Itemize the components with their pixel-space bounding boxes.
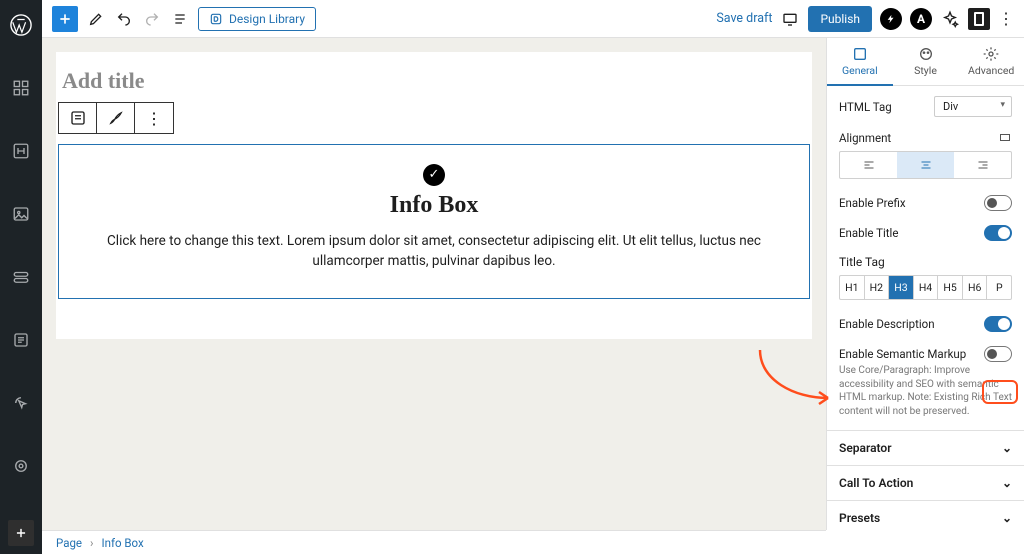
save-draft-link[interactable]: Save draft xyxy=(716,11,772,26)
block-style-icon[interactable] xyxy=(97,103,135,133)
tab-advanced[interactable]: Advanced xyxy=(958,38,1024,85)
insert-block-button[interactable] xyxy=(52,6,78,32)
enable-description-label: Enable Description xyxy=(839,317,935,331)
sparkle-icon[interactable] xyxy=(940,9,960,29)
block-settings-panel: General Style Advanced HTML Tag Div Alig… xyxy=(826,38,1024,530)
breadcrumb-current[interactable]: Info Box xyxy=(101,536,143,550)
click-icon[interactable] xyxy=(0,383,42,424)
design-library-button[interactable]: Design Library xyxy=(198,7,316,31)
tab-style[interactable]: Style xyxy=(893,38,959,85)
title-tag-p[interactable]: P xyxy=(987,276,1011,299)
enable-description-toggle[interactable] xyxy=(984,316,1012,332)
block-more-icon[interactable]: ⋮ xyxy=(135,103,173,133)
panel-tabs: General Style Advanced xyxy=(827,38,1024,86)
enable-semantic-toggle[interactable] xyxy=(984,346,1012,362)
responsive-icon[interactable] xyxy=(998,132,1012,144)
chevron-down-icon: ⌄ xyxy=(1002,511,1012,525)
image-block-icon[interactable] xyxy=(0,193,42,234)
enable-semantic-label: Enable Semantic Markup xyxy=(839,347,966,361)
accordion-cta[interactable]: Call To Action ⌄ xyxy=(827,465,1024,500)
bolt-icon[interactable] xyxy=(880,8,902,30)
accordion-separator[interactable]: Separator ⌄ xyxy=(827,430,1024,465)
align-center-button[interactable] xyxy=(897,152,954,178)
html-tag-label: HTML Tag xyxy=(839,100,892,114)
chevron-right-icon: › xyxy=(90,536,93,550)
title-tag-h3[interactable]: H3 xyxy=(889,276,914,299)
redo-icon[interactable] xyxy=(142,9,162,29)
astra-icon[interactable]: A xyxy=(910,8,932,30)
align-left-button[interactable] xyxy=(840,152,897,178)
edit-pencil-icon[interactable] xyxy=(86,9,106,29)
title-tag-h6[interactable]: H6 xyxy=(963,276,988,299)
chevron-down-icon: ⌄ xyxy=(1002,476,1012,490)
title-tag-h4[interactable]: H4 xyxy=(914,276,939,299)
publish-button[interactable]: Publish xyxy=(808,6,872,32)
chevron-down-icon: ⌄ xyxy=(1002,441,1012,455)
wordpress-logo-icon[interactable] xyxy=(0,4,42,45)
html-tag-select[interactable]: Div xyxy=(934,96,1012,117)
title-tag-h1[interactable]: H1 xyxy=(840,276,865,299)
block-type-icon[interactable] xyxy=(59,103,97,133)
enable-title-toggle[interactable] xyxy=(984,225,1012,241)
alignment-buttons xyxy=(839,151,1012,179)
editor-topbar: Design Library Save draft Publish A ⋮ xyxy=(42,0,1024,38)
paragraph-block-icon[interactable] xyxy=(0,320,42,361)
page-title-placeholder[interactable]: Add title xyxy=(56,52,812,102)
wp-admin-sidebar xyxy=(0,0,42,554)
semantic-help-text: Use Core/Paragraph: Improve accessibilit… xyxy=(839,364,1012,418)
enable-prefix-toggle[interactable] xyxy=(984,195,1012,211)
button-block-icon[interactable] xyxy=(0,256,42,297)
editor-canvas: Add title ⋮ ✓ Info Box Click here to cha… xyxy=(42,38,826,530)
add-block-button[interactable] xyxy=(0,513,42,554)
title-tag-buttons: H1H2H3H4H5H6P xyxy=(839,275,1012,300)
breadcrumb: Page › Info Box xyxy=(42,530,826,554)
infobox-heading[interactable]: Info Box xyxy=(79,192,789,219)
breadcrumb-root[interactable]: Page xyxy=(56,536,82,550)
preview-device-icon[interactable] xyxy=(780,9,800,29)
settings-gear-icon[interactable] xyxy=(0,446,42,487)
title-tag-h2[interactable]: H2 xyxy=(865,276,890,299)
list-view-icon[interactable] xyxy=(170,9,190,29)
title-tag-label: Title Tag xyxy=(839,255,885,269)
more-options-icon[interactable]: ⋮ xyxy=(998,9,1014,28)
check-circle-icon: ✓ xyxy=(423,164,445,186)
page-content: Add title ⋮ ✓ Info Box Click here to cha… xyxy=(56,52,812,339)
design-library-label: Design Library xyxy=(229,12,305,26)
sidebar-toggle-icon[interactable] xyxy=(968,8,990,30)
undo-icon[interactable] xyxy=(114,9,134,29)
infobox-body[interactable]: Click here to change this text. Lorem ip… xyxy=(94,231,774,273)
tab-general[interactable]: General xyxy=(827,38,893,85)
enable-title-label: Enable Title xyxy=(839,226,898,240)
accordion-presets[interactable]: Presets ⌄ xyxy=(827,500,1024,530)
dashboard-icon[interactable] xyxy=(0,67,42,108)
heading-block-icon[interactable] xyxy=(0,130,42,171)
infobox-block[interactable]: ✓ Info Box Click here to change this tex… xyxy=(58,144,810,299)
alignment-label: Alignment xyxy=(839,131,891,145)
block-toolbar: ⋮ xyxy=(58,102,174,134)
title-tag-h5[interactable]: H5 xyxy=(938,276,963,299)
enable-prefix-label: Enable Prefix xyxy=(839,196,906,210)
align-right-button[interactable] xyxy=(954,152,1011,178)
